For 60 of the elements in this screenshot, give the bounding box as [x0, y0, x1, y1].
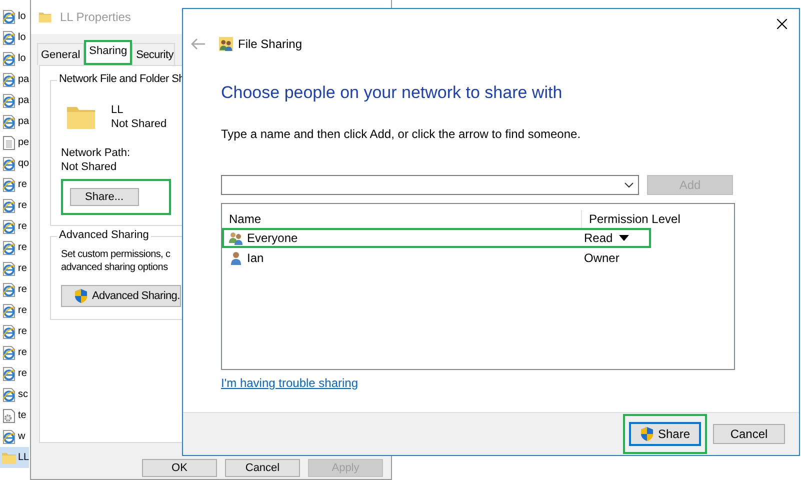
network-path-value: Not Shared: [61, 161, 117, 173]
dropdown-arrow-icon[interactable]: [618, 235, 629, 241]
file-row[interactable]: re: [0, 258, 29, 279]
file-row[interactable]: re: [0, 321, 29, 342]
chevron-down-icon: [624, 182, 634, 188]
file-row[interactable]: lo: [0, 48, 29, 69]
file-row[interactable]: re: [0, 363, 29, 384]
file-row[interactable]: re: [0, 342, 29, 363]
file-row[interactable]: re: [0, 195, 29, 216]
column-header[interactable]: Permission Level: [582, 210, 688, 228]
dialog-title: File Sharing: [238, 37, 302, 51]
file-row[interactable]: qo: [0, 153, 29, 174]
file-row[interactable]: re: [0, 279, 29, 300]
file-row[interactable]: lo: [0, 6, 29, 27]
close-icon[interactable]: [775, 17, 789, 31]
group-title: Advanced Sharing: [57, 229, 151, 241]
share-status: Not Shared: [111, 118, 167, 130]
permission-level: Owner: [584, 251, 620, 265]
description-text: advanced sharing options: [61, 262, 168, 273]
file-row[interactable]: lo: [0, 27, 29, 48]
instruction-text: Type a name and then click Add, or click the arrow to find someone.: [221, 127, 582, 141]
window-title: LL Properties: [60, 10, 131, 24]
file-row[interactable]: re: [0, 216, 29, 237]
user-name: Ian: [247, 251, 264, 265]
file-row[interactable]: sc: [0, 384, 29, 405]
list-row[interactable]: Ian Owner: [222, 248, 651, 268]
user-name: Everyone: [247, 231, 298, 245]
file-row[interactable]: te: [0, 405, 29, 426]
file-row[interactable]: re: [0, 300, 29, 321]
list-row[interactable]: Everyone Read: [222, 228, 651, 248]
folder-name: LL: [111, 104, 124, 116]
file-row[interactable]: re: [0, 237, 29, 258]
advanced-sharing-button[interactable]: Advanced Sharing.: [61, 285, 181, 307]
name-combo-box[interactable]: [221, 175, 639, 195]
permission-level: Read: [584, 231, 613, 245]
tab[interactable]: Security: [132, 43, 176, 65]
user-icon: [228, 250, 244, 266]
file-row[interactable]: w: [0, 426, 29, 447]
dialog-button[interactable]: Cancel: [225, 459, 300, 477]
file-row[interactable]: pa: [0, 90, 29, 111]
tab[interactable]: Sharing: [84, 40, 132, 65]
description-text: Set custom permissions, c: [61, 249, 170, 260]
help-link[interactable]: I'm having trouble sharing: [221, 376, 358, 390]
dialog-button[interactable]: Share: [629, 422, 701, 446]
tab[interactable]: General: [37, 43, 84, 65]
shield-icon: [74, 288, 88, 304]
dialog-heading: Choose people on your network to share with: [221, 83, 564, 103]
file-row[interactable]: pa: [0, 111, 29, 132]
file-row[interactable]: LL: [0, 447, 29, 468]
users-icon: [228, 230, 244, 246]
file-row[interactable]: pe: [0, 132, 29, 153]
column-header[interactable]: Name: [222, 210, 582, 228]
file-row[interactable]: re: [0, 174, 29, 195]
file-row[interactable]: pa: [0, 69, 29, 90]
network-path-label: Network Path:: [61, 147, 130, 159]
shield-icon: [640, 426, 654, 442]
dialog-button[interactable]: Cancel: [713, 424, 785, 444]
share-button[interactable]: Share...: [70, 188, 139, 206]
users-icon: [219, 37, 233, 51]
dialog-button[interactable]: OK: [142, 459, 217, 477]
